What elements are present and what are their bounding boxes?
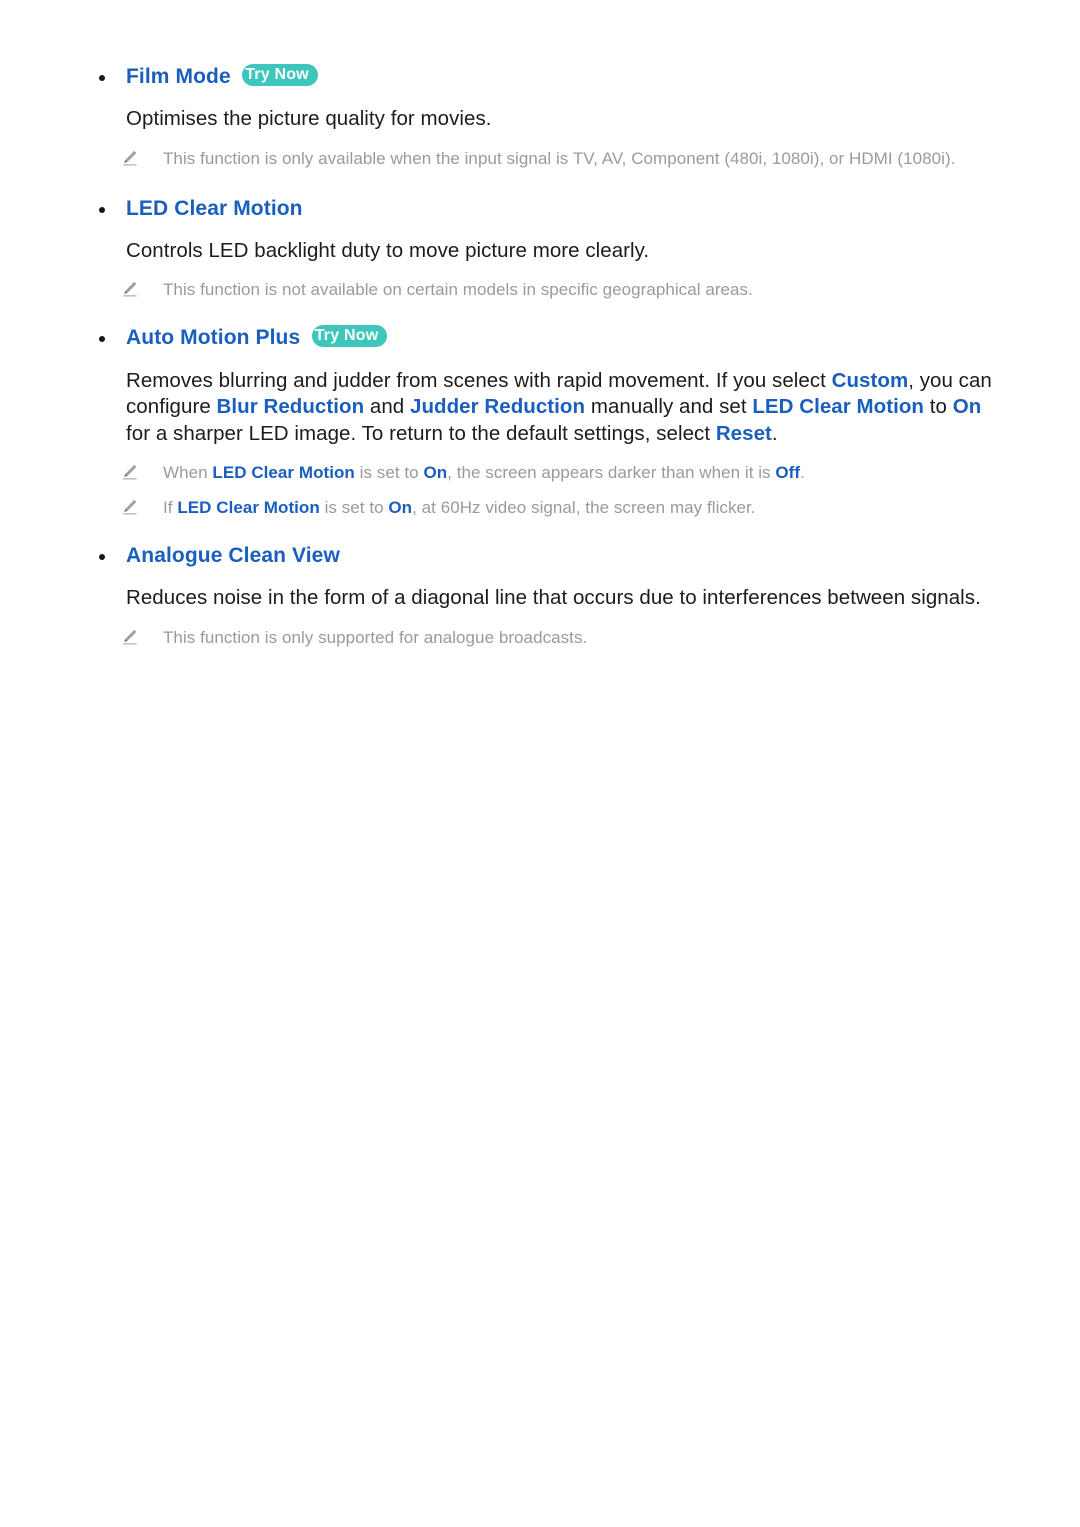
section-auto-motion-plus: Auto Motion Plus Try Now Removes blurrin… [0,323,1080,519]
note-analogue-clean-view: This function is only supported for anal… [0,626,1080,649]
bullet-dot-icon [99,554,105,561]
note-part: . [800,463,805,483]
pencil-icon [121,628,139,646]
note-text: This function is not available on certai… [163,280,753,300]
heading-analogue-clean-view: Analogue Clean View [0,541,1080,571]
body-part: Removes blurring and judder from scenes … [126,368,832,392]
term-led-clear-motion: LED Clear Motion [177,498,320,518]
heading-label: Film Mode [126,65,231,88]
heading-label: Auto Motion Plus [126,326,301,350]
try-now-badge[interactable]: Try Now [311,325,388,348]
note-auto-motion-plus-1: When LED Clear Motion is set to On, the … [0,461,1080,484]
term-on: On [388,498,413,518]
note-auto-motion-plus-2: If LED Clear Motion is set to On, at 60H… [0,496,1080,519]
body-part: for a sharper LED image. To return to th… [126,421,716,445]
note-led-clear-motion: This function is not available on certai… [0,278,1080,301]
try-now-badge[interactable]: Try Now [242,64,318,86]
term-blur-reduction: Blur Reduction [216,395,365,419]
note-text: This function is only supported for anal… [163,627,588,647]
body-analogue-clean-view: Reduces noise in the form of a diagonal … [126,586,981,610]
term-on: On [423,463,448,483]
term-judder-reduction: Judder Reduction [410,395,586,419]
note-part: , at 60Hz video signal, the screen may f… [412,498,756,518]
body-part: manually and set [585,395,753,419]
note-part: is set to [354,463,424,483]
term-off: Off [775,463,801,483]
section-film-mode: Film Mode Try Now Optimises the picture … [0,62,1080,170]
heading-auto-motion-plus: Auto Motion Plus Try Now [0,323,1080,353]
term-custom: Custom [831,368,909,392]
try-now-label: Try Now [245,66,309,83]
term-on: On [952,395,982,419]
note-text: This function is only available when the… [163,148,956,168]
body-led-clear-motion: Controls LED backlight duty to move pict… [126,238,650,262]
pencil-icon [121,149,139,167]
bullet-dot-icon [99,75,105,81]
bullet-dot-icon [99,336,105,343]
note-part: When [163,463,213,483]
note-film-mode: This function is only available when the… [0,147,1080,170]
section-analogue-clean-view: Analogue Clean View Reduces noise in the… [0,541,1080,649]
body-auto-motion-plus: Removes blurring and judder from scenes … [0,368,1080,448]
note-part: , the screen appears darker than when it… [447,463,776,483]
heading-label: Analogue Clean View [126,544,340,568]
body-part: and [364,395,411,419]
heading-label: LED Clear Motion [126,196,303,220]
pencil-icon [121,463,139,481]
bullet-dot-icon [99,206,105,213]
body-part: to [924,395,953,419]
document-content: Film Mode Try Now Optimises the picture … [0,0,1080,649]
pencil-icon [121,280,139,298]
body-part: . [771,421,778,445]
term-led-clear-motion: LED Clear Motion [212,463,355,483]
body-film-mode: Optimises the picture quality for movies… [126,107,492,131]
try-now-label: Try Now [314,327,379,345]
term-led-clear-motion: LED Clear Motion [752,395,924,419]
pencil-icon [121,498,139,516]
heading-film-mode: Film Mode Try Now [0,62,1080,92]
section-led-clear-motion: LED Clear Motion Controls LED backlight … [0,194,1080,302]
document-page: Film Mode Try Now Optimises the picture … [0,0,1080,1527]
note-part: is set to [319,498,389,518]
note-part: If [163,498,178,518]
term-reset: Reset [715,421,772,445]
heading-led-clear-motion: LED Clear Motion [0,194,1080,224]
